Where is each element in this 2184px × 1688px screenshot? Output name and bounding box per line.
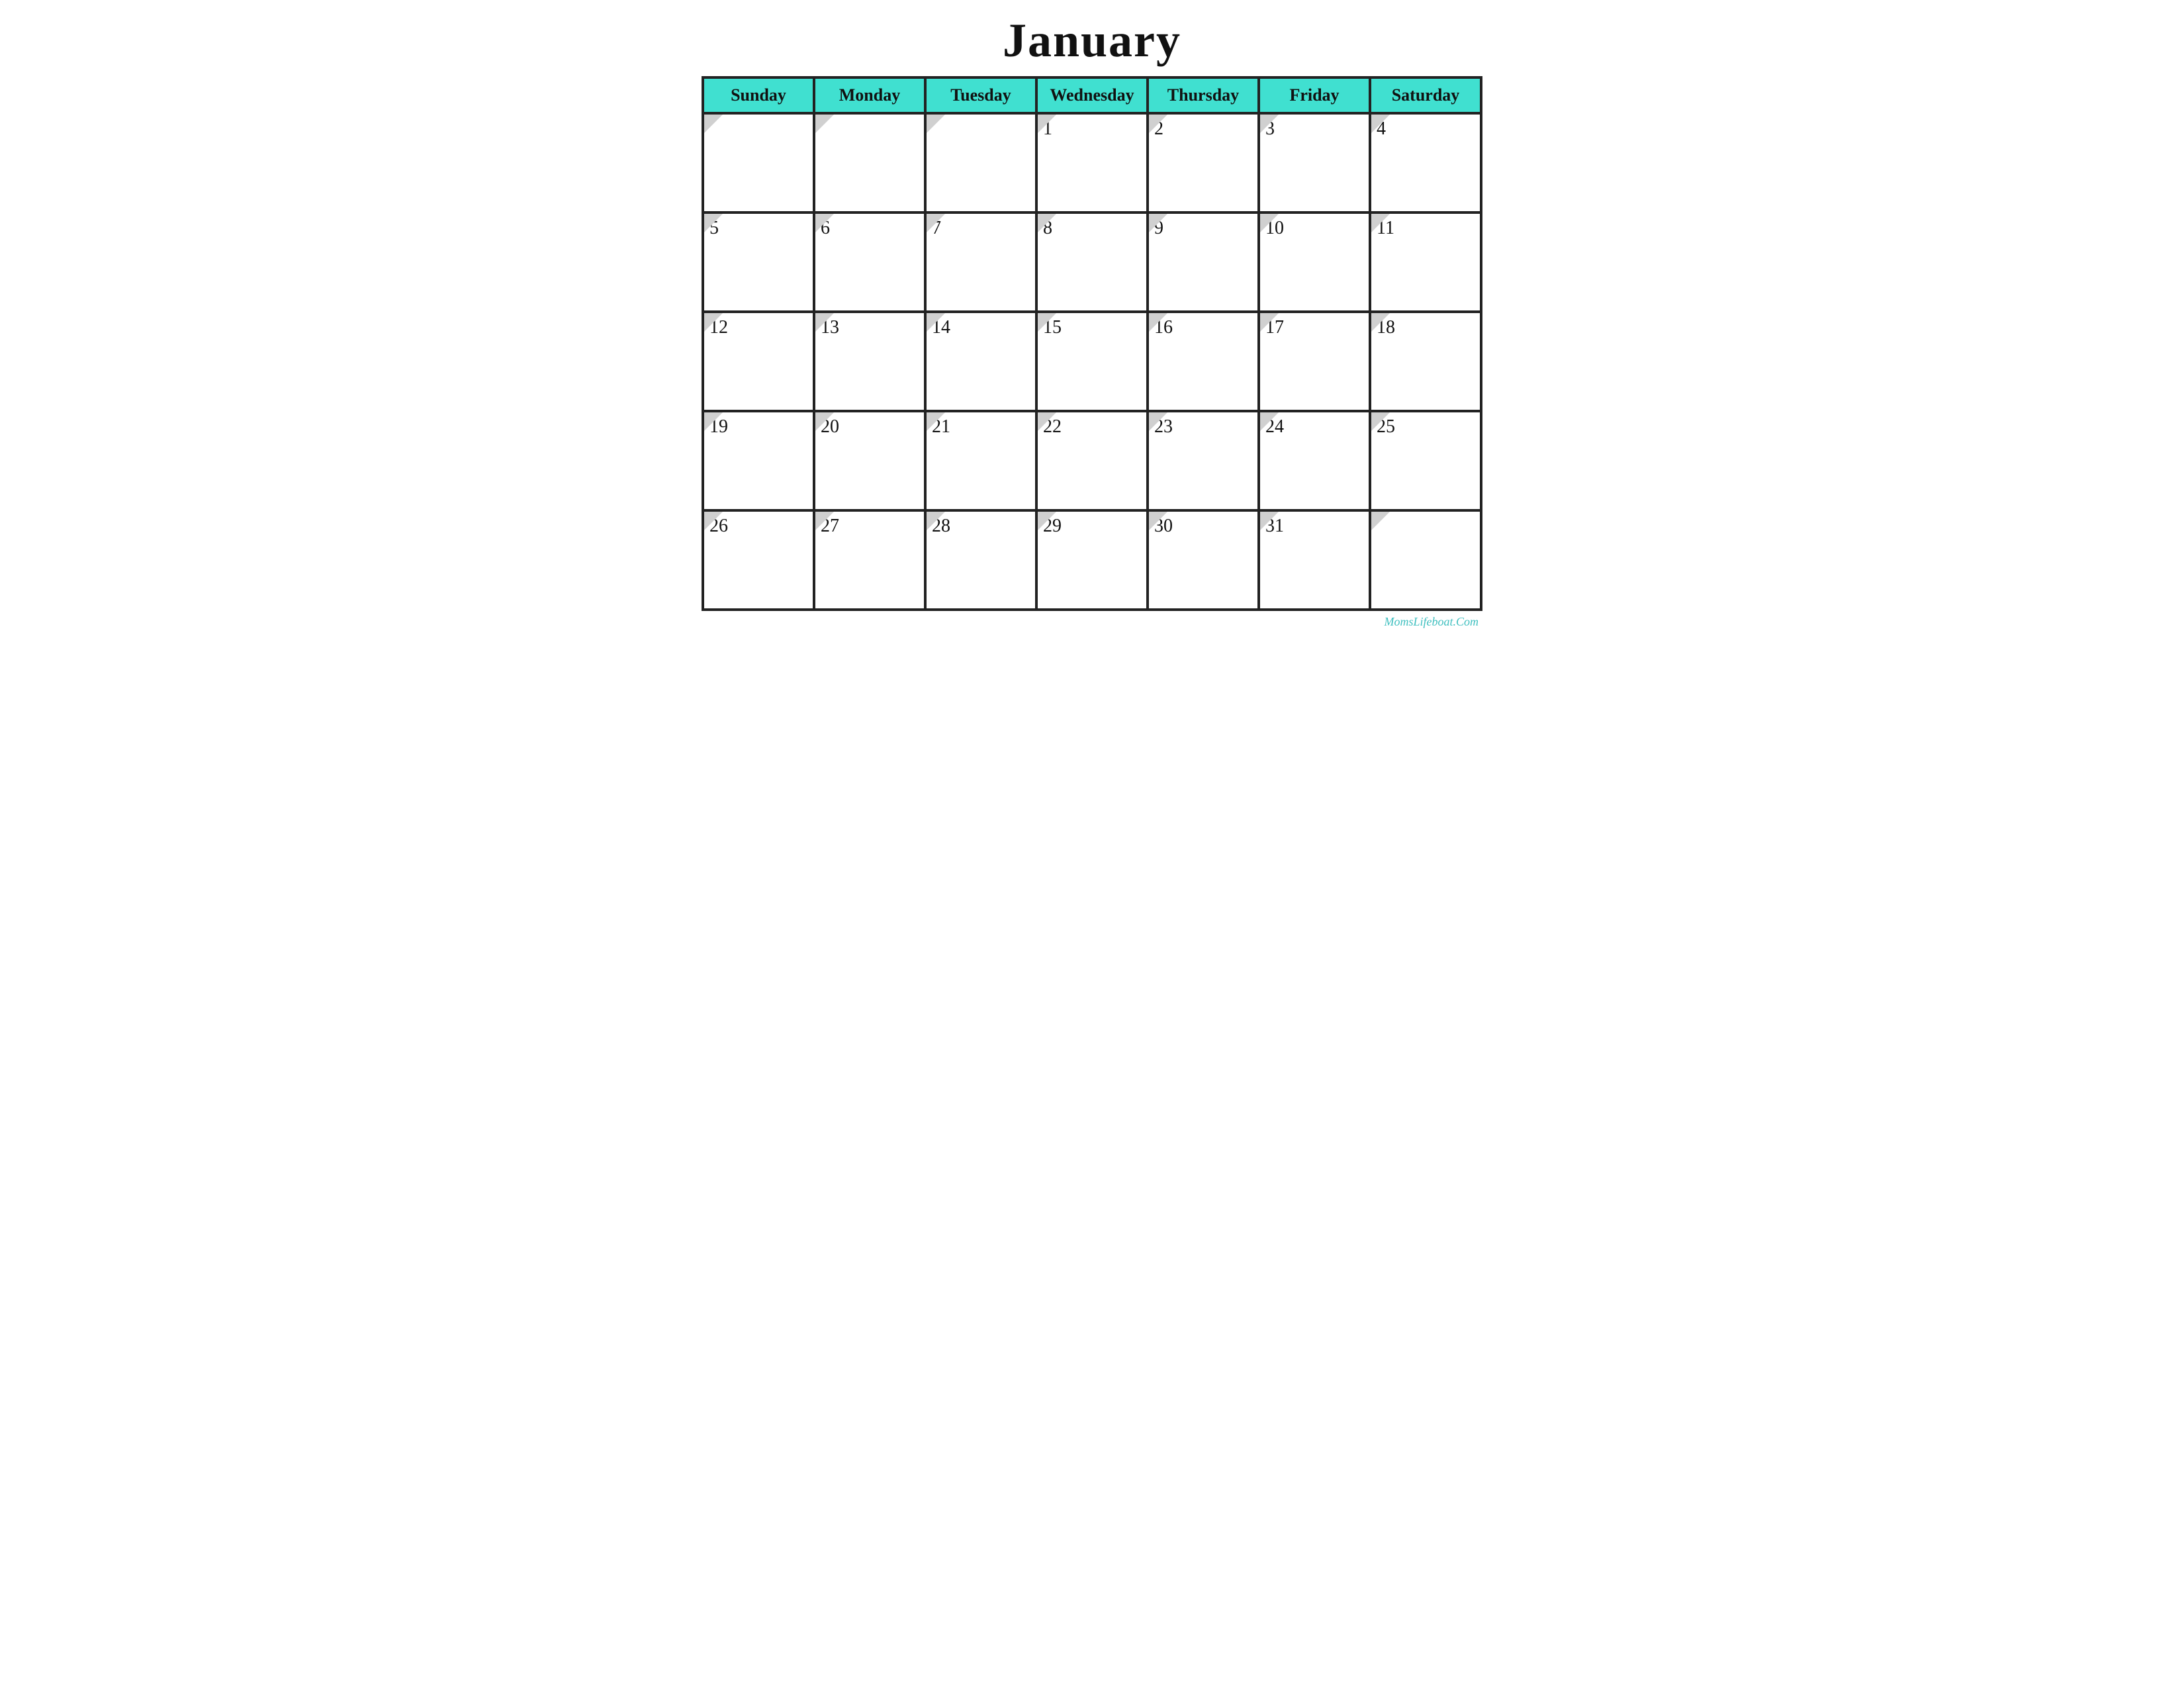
day-number: 15 bbox=[1038, 313, 1146, 338]
day-cell: 17 bbox=[1259, 312, 1370, 411]
day-cell: 28 bbox=[925, 510, 1036, 610]
calendar-header: SundayMondayTuesdayWednesdayThursdayFrid… bbox=[703, 77, 1481, 113]
day-cell: 9 bbox=[1148, 212, 1259, 312]
day-cell: 6 bbox=[814, 212, 925, 312]
day-number: 29 bbox=[1038, 512, 1146, 537]
day-cell: 16 bbox=[1148, 312, 1259, 411]
day-number: 17 bbox=[1260, 313, 1369, 338]
day-cell: 20 bbox=[814, 411, 925, 510]
day-number: 13 bbox=[815, 313, 924, 338]
day-number: 1 bbox=[1038, 115, 1146, 140]
day-number: 6 bbox=[815, 214, 924, 239]
day-number: 30 bbox=[1149, 512, 1257, 537]
header-day-tuesday: Tuesday bbox=[925, 77, 1036, 113]
day-cell bbox=[814, 113, 925, 212]
day-cell bbox=[1370, 510, 1481, 610]
day-cell: 18 bbox=[1370, 312, 1481, 411]
day-cell: 8 bbox=[1036, 212, 1148, 312]
day-cell: 14 bbox=[925, 312, 1036, 411]
corner-fold bbox=[704, 115, 723, 133]
day-cell: 31 bbox=[1259, 510, 1370, 610]
corner-fold bbox=[1371, 512, 1390, 530]
day-number: 21 bbox=[927, 412, 1035, 438]
day-number: 27 bbox=[815, 512, 924, 537]
day-cell: 21 bbox=[925, 411, 1036, 510]
day-cell: 23 bbox=[1148, 411, 1259, 510]
day-cell: 12 bbox=[703, 312, 814, 411]
day-cell: 2 bbox=[1148, 113, 1259, 212]
header-day-wednesday: Wednesday bbox=[1036, 77, 1148, 113]
day-cell bbox=[925, 113, 1036, 212]
day-cell: 26 bbox=[703, 510, 814, 610]
day-cell: 11 bbox=[1370, 212, 1481, 312]
day-number: 14 bbox=[927, 313, 1035, 338]
day-number: 8 bbox=[1038, 214, 1146, 239]
day-number: 22 bbox=[1038, 412, 1146, 438]
watermark: MomsLifeboat.Com bbox=[702, 615, 1482, 629]
day-cell: 25 bbox=[1370, 411, 1481, 510]
day-number: 2 bbox=[1149, 115, 1257, 140]
header-day-thursday: Thursday bbox=[1148, 77, 1259, 113]
day-number: 25 bbox=[1371, 412, 1480, 438]
calendar-body: 1234567891011121314151617181920212223242… bbox=[703, 113, 1481, 610]
day-number: 12 bbox=[704, 313, 813, 338]
day-number: 10 bbox=[1260, 214, 1369, 239]
day-number: 7 bbox=[927, 214, 1035, 239]
day-number: 28 bbox=[927, 512, 1035, 537]
day-cell: 19 bbox=[703, 411, 814, 510]
day-number: 23 bbox=[1149, 412, 1257, 438]
day-number: 20 bbox=[815, 412, 924, 438]
day-number: 26 bbox=[704, 512, 813, 537]
day-cell: 1 bbox=[1036, 113, 1148, 212]
header-day-sunday: Sunday bbox=[703, 77, 814, 113]
day-number: 24 bbox=[1260, 412, 1369, 438]
day-number: 18 bbox=[1371, 313, 1480, 338]
day-cell: 3 bbox=[1259, 113, 1370, 212]
day-cell: 13 bbox=[814, 312, 925, 411]
day-cell bbox=[703, 113, 814, 212]
day-cell: 27 bbox=[814, 510, 925, 610]
header-day-saturday: Saturday bbox=[1370, 77, 1481, 113]
corner-fold bbox=[927, 115, 945, 133]
day-number: 4 bbox=[1371, 115, 1480, 140]
day-cell: 5 bbox=[703, 212, 814, 312]
calendar: SundayMondayTuesdayWednesdayThursdayFrid… bbox=[702, 76, 1482, 611]
day-cell: 10 bbox=[1259, 212, 1370, 312]
day-number: 9 bbox=[1149, 214, 1257, 239]
day-number: 16 bbox=[1149, 313, 1257, 338]
day-number: 31 bbox=[1260, 512, 1369, 537]
header-day-friday: Friday bbox=[1259, 77, 1370, 113]
day-cell: 15 bbox=[1036, 312, 1148, 411]
day-cell: 4 bbox=[1370, 113, 1481, 212]
day-cell: 22 bbox=[1036, 411, 1148, 510]
corner-fold bbox=[815, 115, 834, 133]
day-number: 3 bbox=[1260, 115, 1369, 140]
day-cell: 30 bbox=[1148, 510, 1259, 610]
page-title: January bbox=[1003, 13, 1181, 68]
header-day-monday: Monday bbox=[814, 77, 925, 113]
day-cell: 29 bbox=[1036, 510, 1148, 610]
day-cell: 24 bbox=[1259, 411, 1370, 510]
day-number: 11 bbox=[1371, 214, 1480, 239]
day-number: 19 bbox=[704, 412, 813, 438]
day-cell: 7 bbox=[925, 212, 1036, 312]
day-number: 5 bbox=[704, 214, 813, 239]
